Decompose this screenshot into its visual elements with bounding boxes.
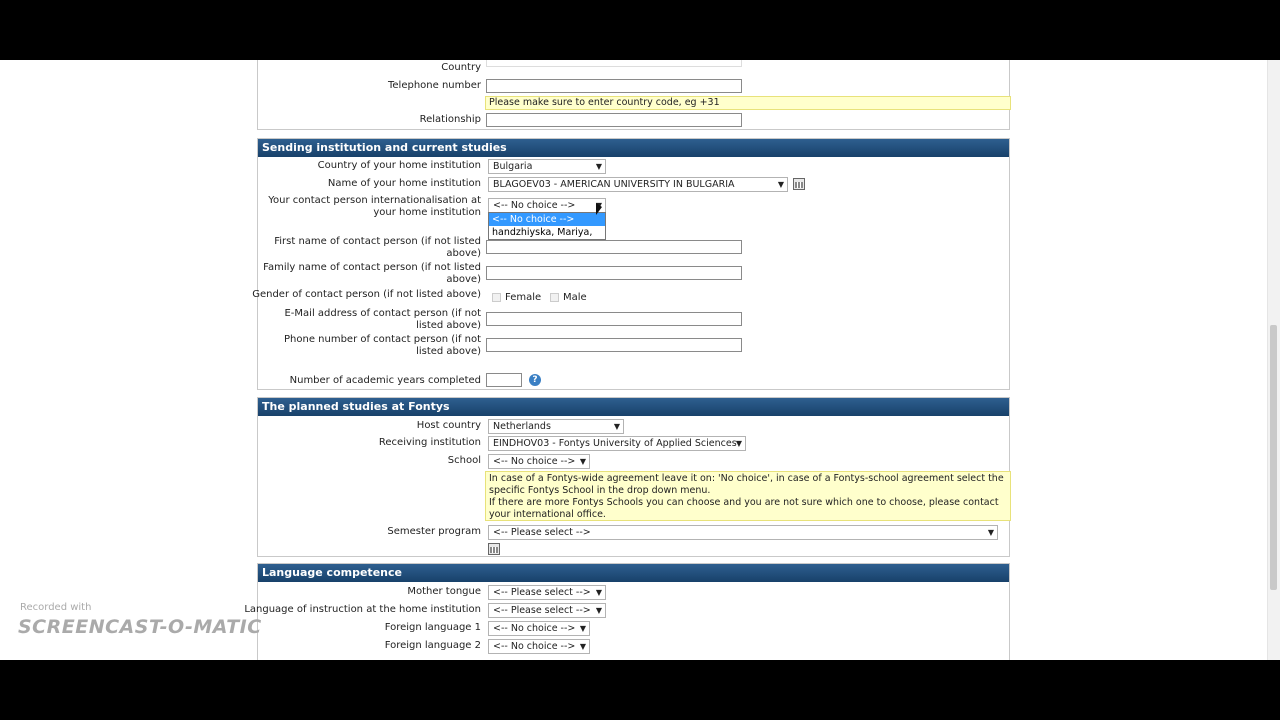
home-country-select[interactable]: Bulgaria ▼ — [488, 159, 606, 174]
chevron-down-icon: ▼ — [735, 439, 742, 448]
home-institution-select[interactable]: BLAGOEV03 - AMERICAN UNIVERSITY IN BULGA… — [488, 177, 788, 192]
family-name-input[interactable] — [486, 266, 742, 280]
gender-male-radio[interactable] — [550, 293, 559, 302]
foreign-language-2-select[interactable]: <-- No choice --> ▼ — [488, 639, 590, 654]
chevron-down-icon: ▼ — [987, 528, 994, 537]
mother-tongue-label: Mother tongue — [407, 586, 481, 597]
home-institution-value: BLAGOEV03 - AMERICAN UNIVERSITY IN BULGA… — [493, 179, 735, 190]
chevron-down-icon: ▼ — [595, 588, 602, 597]
relationship-input[interactable] — [486, 113, 742, 127]
home-institution-label: Name of your home institution — [327, 178, 481, 189]
country-field[interactable] — [486, 60, 742, 67]
receiving-institution-select[interactable]: EINDHOV03 - Fontys University of Applied… — [488, 436, 746, 451]
contact-person-select[interactable]: <-- No choice --> ▼ — [488, 198, 606, 213]
relationship-label: Relationship — [419, 114, 481, 125]
academic-years-label: Number of academic years completed — [289, 375, 481, 386]
semester-program-select[interactable]: <-- Please select --> ▼ — [488, 525, 998, 540]
help-icon[interactable]: ? — [529, 374, 541, 386]
receiving-institution-label: Receiving institution — [378, 437, 481, 448]
mother-tongue-select[interactable]: <-- Please select --> ▼ — [488, 585, 606, 600]
home-country-label: Country of your home institution — [317, 160, 481, 171]
chevron-down-icon: ▼ — [777, 180, 784, 189]
phone-input[interactable] — [486, 338, 742, 352]
telephone-label: Telephone number — [388, 80, 481, 91]
foreign-language-1-select[interactable]: <-- No choice --> ▼ — [488, 621, 590, 636]
gender-male-label: Male — [563, 292, 587, 303]
foreign-language-2-label: Foreign language 2 — [384, 640, 481, 651]
watermark-small-text: Recorded with — [20, 602, 92, 613]
contact-section-partial: Country Telephone number Please make sur… — [257, 60, 1011, 130]
chevron-down-icon: ▼ — [613, 422, 620, 431]
home-country-value: Bulgaria — [493, 161, 533, 172]
phone-label: Phone number of contact person (if not l… — [284, 334, 481, 357]
host-country-select[interactable]: Netherlands ▼ — [488, 419, 624, 434]
contact-person-label: Your contact person internationalisation… — [268, 195, 481, 218]
first-name-label: First name of contact person (if not lis… — [274, 236, 481, 259]
mouse-cursor-icon — [596, 203, 602, 215]
planned-section-title: The planned studies at Fontys — [258, 398, 1009, 416]
semester-lookup-icon[interactable] — [488, 543, 500, 555]
contact-option-no-choice[interactable]: <-- No choice --> — [489, 213, 605, 226]
email-input[interactable] — [486, 312, 742, 326]
school-note-line-1: In case of a Fontys-wide agreement leave… — [489, 473, 1004, 496]
browser-viewport: Country Telephone number Please make sur… — [0, 60, 1280, 660]
school-label: School — [447, 455, 481, 466]
host-country-label: Host country — [416, 420, 481, 431]
school-note: In case of a Fontys-wide agreement leave… — [485, 471, 1011, 521]
contact-person-dropdown-list[interactable]: <-- No choice --> handzhiyska, Mariya, — [488, 212, 606, 240]
gender-female-radio[interactable] — [492, 293, 501, 302]
chevron-down-icon: ▼ — [579, 457, 586, 466]
first-name-input[interactable] — [486, 240, 742, 254]
sending-section-title: Sending institution and current studies — [258, 139, 1009, 157]
semester-program-label: Semester program — [387, 526, 481, 537]
chevron-down-icon: ▼ — [579, 624, 586, 633]
academic-years-input[interactable] — [486, 373, 522, 387]
instruction-language-label: Language of instruction at the home inst… — [244, 604, 481, 615]
chevron-down-icon: ▼ — [579, 642, 586, 651]
gender-female-label: Female — [505, 292, 542, 303]
scrollbar-thumb[interactable] — [1270, 325, 1277, 590]
school-note-line-2: If there are more Fontys Schools you can… — [489, 497, 999, 520]
foreign-language-1-value: <-- No choice --> — [493, 623, 576, 634]
telephone-note: Please make sure to enter country code, … — [485, 96, 1011, 110]
planned-studies-section: The planned studies at Fontys Host count… — [257, 397, 1011, 557]
instruction-language-value: <-- Please select --> — [493, 605, 591, 616]
watermark-logo-text: SCREENCAST-O-MATIC — [18, 616, 262, 638]
contact-person-value: <-- No choice --> — [493, 200, 576, 211]
contact-option-handzhiyska[interactable]: handzhiyska, Mariya, — [489, 226, 605, 239]
institution-lookup-icon[interactable] — [793, 178, 805, 190]
receiving-institution-value: EINDHOV03 - Fontys University of Applied… — [493, 438, 737, 449]
semester-program-value: <-- Please select --> — [493, 527, 591, 538]
school-select[interactable]: <-- No choice --> ▼ — [488, 454, 590, 469]
language-section-title: Language competence — [258, 564, 1009, 582]
page-scrollbar[interactable] — [1267, 60, 1280, 660]
family-name-label: Family name of contact person (if not li… — [263, 262, 481, 285]
host-country-value: Netherlands — [493, 421, 551, 432]
foreign-language-2-value: <-- No choice --> — [493, 641, 576, 652]
foreign-language-1-label: Foreign language 1 — [384, 622, 481, 633]
school-value: <-- No choice --> — [493, 456, 576, 467]
mother-tongue-value: <-- Please select --> — [493, 587, 591, 598]
email-label: E-Mail address of contact person (if not… — [284, 308, 481, 331]
sending-institution-section: Sending institution and current studies … — [252, 138, 1010, 390]
country-label: Country — [441, 62, 481, 73]
language-competence-section: Language competence Mother tongue <-- Pl… — [244, 563, 1010, 660]
instruction-language-select[interactable]: <-- Please select --> ▼ — [488, 603, 606, 618]
chevron-down-icon: ▼ — [595, 606, 602, 615]
chevron-down-icon: ▼ — [595, 162, 602, 171]
gender-label: Gender of contact person (if not listed … — [252, 289, 481, 300]
telephone-input[interactable] — [486, 79, 742, 93]
